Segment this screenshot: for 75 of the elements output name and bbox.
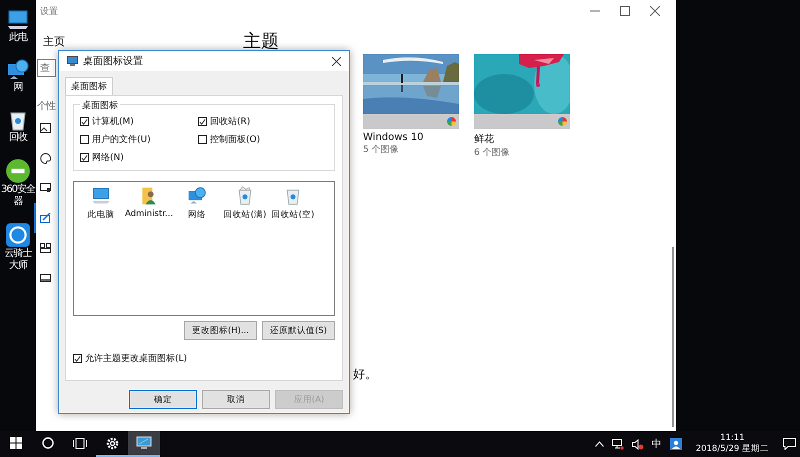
checkbox-label: 允许主题更改桌面图标(L): [85, 352, 188, 365]
picture-icon: [40, 123, 51, 133]
theme-thumbnail[interactable]: [474, 54, 570, 129]
color-wheel-icon: [558, 117, 567, 126]
desktop-icon-label: 360安全: [0, 184, 36, 196]
clock-time[interactable]: 11:11: [720, 433, 745, 444]
close-icon[interactable]: [332, 56, 341, 66]
home-link[interactable]: 主页: [43, 34, 65, 49]
network-icon: [187, 186, 207, 206]
desktop-icon-label: 器: [14, 196, 22, 208]
list-item[interactable]: 回收站(满): [222, 186, 268, 221]
settings-icon: [106, 436, 118, 450]
taskbar-icon: [40, 274, 51, 282]
tab[interactable]: 桌面图标: [65, 77, 113, 95]
checkbox[interactable]: [198, 117, 207, 126]
computer-icon: [91, 186, 111, 206]
dialog-button[interactable]: 取消: [202, 390, 270, 409]
desktop-icon-label: 云骑士: [4, 248, 32, 260]
brush-screen-icon: [40, 213, 51, 223]
task-view-icon: [73, 438, 87, 448]
palette-icon: [40, 152, 51, 164]
list-item[interactable]: 此电脑: [78, 186, 124, 221]
network-icon: [6, 58, 30, 82]
screen-icon: [40, 183, 51, 193]
checkbox[interactable]: [198, 135, 207, 144]
dialog-title: 桌面图标设置: [83, 54, 144, 68]
dialog-button[interactable]: 还原默认值(S): [262, 321, 335, 340]
desktop-icon-label: 此电: [9, 32, 27, 44]
dialog-button[interactable]: 确定: [129, 390, 197, 409]
monitor-icon: [67, 56, 78, 66]
volume-muted-icon[interactable]: [632, 438, 644, 450]
checkbox-label: 控制面板(O): [210, 134, 260, 146]
group-title: 桌面图标: [80, 99, 120, 112]
taskbar-button[interactable]: [128, 431, 160, 457]
search-field[interactable]: 查: [37, 59, 56, 77]
checkbox-label: 计算机(M): [92, 116, 134, 128]
color-wheel-icon: [447, 117, 456, 126]
checkbox[interactable]: [80, 135, 89, 144]
app-icon: [5, 222, 31, 248]
maximize-icon[interactable]: [620, 6, 630, 16]
network-icon[interactable]: [612, 438, 624, 450]
close-icon[interactable]: [650, 6, 660, 16]
desktop-icon-label: 大师: [9, 260, 27, 272]
grid-icon: [40, 243, 51, 253]
input-method-indicator[interactable]: 中: [652, 437, 662, 451]
checkbox-label: 网络(N): [92, 152, 124, 164]
window-title: 设置: [40, 6, 58, 18]
computer-icon: [6, 8, 30, 32]
desktop-icon-label: 网: [14, 82, 22, 94]
desktop-icon-label: 回收: [9, 132, 27, 144]
body-text: 好。: [353, 366, 377, 383]
dialog-button[interactable]: 更改图标(H)...: [184, 321, 257, 340]
checkbox[interactable]: [73, 354, 82, 363]
clock-date[interactable]: 2018/5/29 星期二: [696, 444, 769, 455]
checkbox[interactable]: [80, 117, 89, 126]
theme-name: Windows 10: [363, 132, 425, 143]
list-item[interactable]: 回收站(空): [270, 186, 316, 221]
checkbox-label: 用户的文件(U): [92, 134, 151, 146]
theme-name: 鲜花: [474, 132, 495, 146]
theme-image-count: 6 个图像: [474, 146, 511, 159]
monitor-icon: [136, 436, 152, 450]
section-heading: 个性: [37, 100, 56, 113]
user-icon[interactable]: [670, 438, 682, 450]
circle-icon: [42, 437, 54, 449]
list-item[interactable]: 网络: [174, 186, 220, 221]
windows-icon: [10, 437, 22, 449]
chevron-up-icon[interactable]: [594, 441, 604, 447]
list-item[interactable]: Administr...: [126, 186, 172, 219]
page-heading: 主题: [243, 32, 280, 52]
checkbox[interactable]: [80, 153, 89, 162]
theme-thumbnail[interactable]: [363, 54, 459, 129]
notification-icon[interactable]: [783, 438, 796, 450]
checkbox-label: 回收站(R): [210, 116, 250, 128]
app-icon: [5, 158, 31, 184]
theme-image-count: 5 个图像: [363, 144, 400, 156]
